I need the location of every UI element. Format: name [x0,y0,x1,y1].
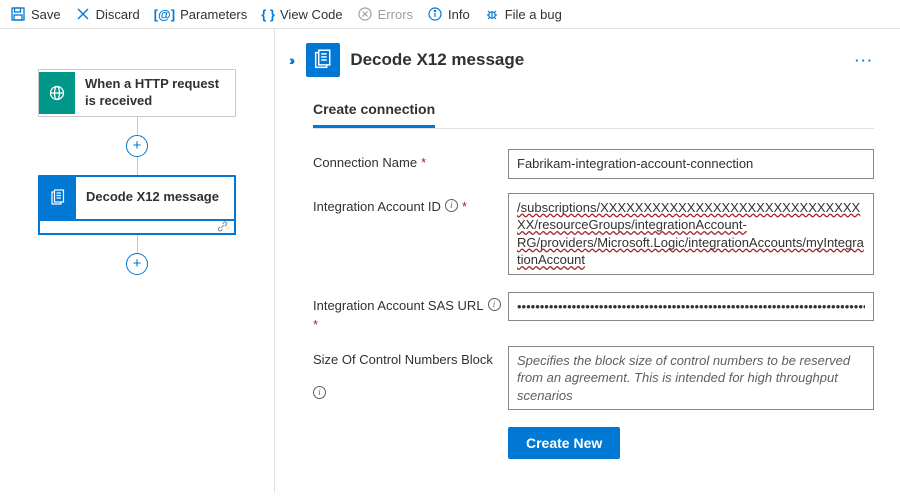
integration-account-id-input[interactable]: /subscriptions/XXXXXXXXXXXXXXXXXXXXXXXXX… [508,193,874,275]
save-icon [10,6,26,22]
link-icon [217,221,228,232]
http-trigger-icon [39,72,75,114]
panel-title: Decode X12 message [350,50,524,70]
action-node[interactable]: Decode X12 message [38,175,236,221]
view-code-label: View Code [280,7,343,22]
connector-line [137,117,138,135]
discard-button[interactable]: Discard [75,6,140,22]
collapse-icon[interactable]: ›› [289,52,296,68]
sas-url-input[interactable] [508,292,874,322]
details-panel: ›› Decode X12 message ··· Create connect… [275,29,900,493]
trigger-node-title: When a HTTP request is received [75,70,235,116]
code-icon: { } [261,7,275,22]
connector-line [137,157,138,175]
connection-name-input[interactable] [508,149,874,179]
discard-icon [75,6,91,22]
parameters-label: Parameters [180,7,247,22]
tab-create-connection[interactable]: Create connection [313,95,435,128]
x12-action-icon [40,177,76,219]
info-button[interactable]: Info [427,6,470,22]
file-bug-label: File a bug [505,7,562,22]
toolbar: Save Discard [@] Parameters { } View Cod… [0,0,900,29]
sas-url-label: Integration Account SAS URL i * [313,292,508,332]
block-size-label: Size Of Control Numbers Block i [313,346,508,414]
info-label: Info [448,7,470,22]
connector-line [137,235,138,253]
info-icon[interactable]: i [313,386,326,399]
trigger-node[interactable]: When a HTTP request is received [38,69,236,117]
action-node-footer [38,219,236,235]
block-size-input[interactable]: Specifies the block size of control numb… [508,346,874,411]
discard-label: Discard [96,7,140,22]
info-icon[interactable]: i [445,199,458,212]
bug-icon [484,6,500,22]
parameters-button[interactable]: [@] Parameters [154,7,248,22]
errors-icon [357,6,373,22]
integration-account-id-label: Integration Account ID i * [313,193,508,278]
save-button[interactable]: Save [10,6,61,22]
panel-header: ›› Decode X12 message ··· [289,43,874,77]
designer-canvas: When a HTTP request is received + Decode… [0,29,275,493]
view-code-button[interactable]: { } View Code [261,7,342,22]
info-icon[interactable]: i [488,298,501,311]
parameters-icon: [@] [154,7,175,22]
info-icon [427,6,443,22]
add-step-button[interactable]: + [126,253,148,275]
action-node-title: Decode X12 message [76,183,229,212]
errors-button: Errors [357,6,413,22]
errors-label: Errors [378,7,413,22]
file-bug-button[interactable]: File a bug [484,6,562,22]
save-label: Save [31,7,61,22]
tab-row: Create connection [313,95,874,129]
x12-panel-icon [306,43,340,77]
create-new-button[interactable]: Create New [508,427,620,459]
panel-menu-button[interactable]: ··· [855,53,874,68]
connection-name-label: Connection Name* [313,149,508,179]
add-step-button[interactable]: + [126,135,148,157]
